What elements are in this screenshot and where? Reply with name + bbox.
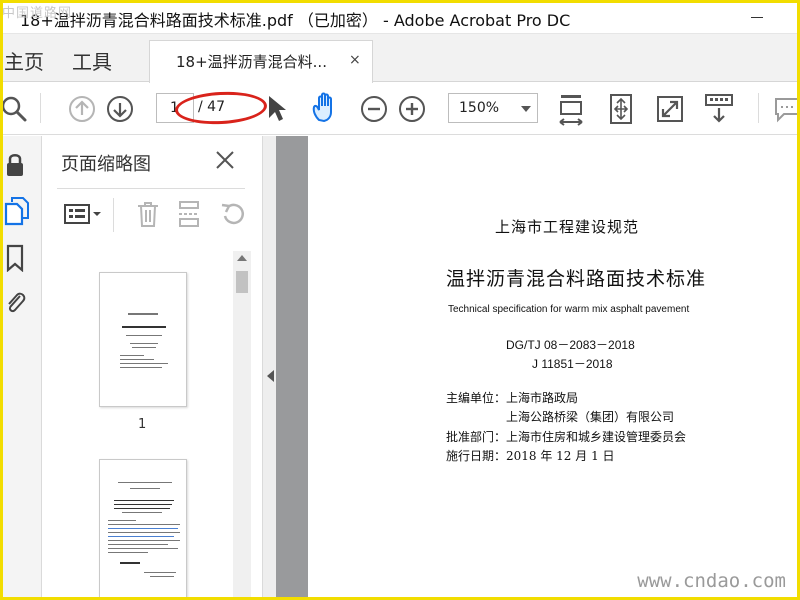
tab-document-label: 18+温拌沥青混合料... <box>176 53 327 71</box>
fit-page-icon[interactable] <box>606 92 636 126</box>
bookmark-icon[interactable] <box>5 244 25 272</box>
toolbar-separator <box>40 93 41 123</box>
thumbnail-page-number: 1 <box>138 417 147 432</box>
scroll-up-icon[interactable] <box>237 255 247 261</box>
rotate-page-icon[interactable] <box>219 200 247 228</box>
document-department: 上海市工程建设规范 <box>495 218 640 236</box>
thumbnail-text-line <box>108 536 174 537</box>
page-thumbnail-1[interactable] <box>99 272 187 407</box>
thumbnail-text-line <box>108 524 180 525</box>
search-icon[interactable] <box>2 95 28 123</box>
thumbnail-text-line <box>108 540 180 541</box>
thumbnails-panel: 页面缩略图 1 <box>43 136 262 600</box>
lock-icon[interactable] <box>4 152 26 178</box>
title-bar: 18+温拌沥青混合料路面技术标准.pdf （已加密） - Adobe Acrob… <box>0 0 800 34</box>
thumbnail-text-line <box>128 313 158 315</box>
collapse-arrow-icon[interactable] <box>267 370 274 382</box>
previous-page-icon[interactable] <box>68 95 96 123</box>
thumbnail-text-line <box>130 343 158 344</box>
thumbnail-text-line <box>120 562 140 564</box>
chevron-down-icon <box>521 106 531 112</box>
thumbnail-text-line <box>120 367 162 368</box>
thumbnail-text-line <box>108 552 148 553</box>
thumbnail-text-line <box>114 504 172 505</box>
zoom-value: 150% <box>459 100 500 116</box>
attachment-icon[interactable] <box>4 286 26 316</box>
fit-width-icon[interactable] <box>556 91 586 127</box>
keyboard-scroll-icon[interactable] <box>704 93 734 125</box>
effective-date: 施行日期：2018 年 12 月 1 日 <box>446 449 615 463</box>
editor-unit: 主编单位：上海市路政局 <box>446 391 579 405</box>
thumbnail-text-line <box>108 520 136 521</box>
standard-code: DG/TJ 08－2083－2018 <box>506 338 635 352</box>
tab-bar: 主页 工具 18+温拌沥青混合料... × <box>0 34 800 83</box>
thumbnail-text-line <box>118 482 172 483</box>
thumbnail-text-line <box>130 488 160 489</box>
tab-home[interactable]: 主页 <box>4 46 44 75</box>
thumbnail-text-line <box>108 548 178 549</box>
next-page-icon[interactable] <box>106 95 134 123</box>
window-title: 18+温拌沥青混合料路面技术标准.pdf （已加密） - Adobe Acrob… <box>20 11 571 30</box>
approving-department: 批准部门：上海市住房和城乡建设管理委员会 <box>446 430 687 444</box>
thumbnail-text-line <box>114 508 170 509</box>
delete-page-icon[interactable] <box>136 200 160 228</box>
thumbnail-text-line <box>120 359 154 360</box>
thumbnail-text-line <box>122 326 166 328</box>
hand-tool-icon[interactable] <box>310 92 342 124</box>
thumbnail-text-line <box>120 363 168 364</box>
close-icon[interactable] <box>215 150 235 170</box>
zoom-select[interactable]: 150% <box>448 93 538 123</box>
document-page: 上海市工程建设规范 温拌沥青混合料路面技术标准 Technical specif… <box>308 136 800 600</box>
insert-page-icon[interactable] <box>177 200 201 228</box>
zoom-out-icon[interactable] <box>360 95 388 123</box>
panel-collapse-handle[interactable] <box>262 136 276 600</box>
scrollbar-thumb[interactable] <box>236 271 248 293</box>
thumbnail-text-line <box>108 544 168 545</box>
document-title-english: Technical specification for warm mix asp… <box>448 304 690 315</box>
thumbnail-text-line <box>126 335 162 336</box>
thumbnail-text-line <box>114 500 174 501</box>
tab-document[interactable]: 18+温拌沥青混合料... × <box>149 40 373 83</box>
full-screen-icon[interactable] <box>656 95 684 123</box>
thumbnail-text-line <box>120 355 144 356</box>
panel-toolbar-separator <box>113 198 114 232</box>
close-tab-icon[interactable]: × <box>349 52 361 68</box>
document-title: 温拌沥青混合料路面技术标准 <box>446 268 707 290</box>
thumbnail-text-line <box>132 347 156 348</box>
thumbnail-text-line <box>150 576 174 577</box>
minimize-button[interactable] <box>748 8 766 26</box>
toolbar: 1 / 47 150% <box>0 83 800 135</box>
panel-title: 页面缩略图 <box>61 154 151 175</box>
thumbnail-text-line <box>122 512 162 513</box>
toolbar-separator <box>758 93 759 123</box>
comment-icon[interactable] <box>772 95 800 123</box>
zoom-in-icon[interactable] <box>398 95 426 123</box>
document-gutter <box>276 136 308 600</box>
page-thumbnail-2[interactable] <box>99 459 187 599</box>
co-editor-unit: 上海公路桥梁（集团）有限公司 <box>506 410 675 424</box>
thumbnail-text-line <box>144 572 176 573</box>
thumbnail-text-line <box>108 532 180 533</box>
watermark-top: 中国道路网 <box>2 6 73 21</box>
left-rail <box>0 136 42 600</box>
thumbnail-text-line <box>108 528 178 529</box>
record-code: J 11851－2018 <box>532 357 613 371</box>
watermark-bottom: www.cndao.com <box>637 570 786 592</box>
thumbnail-options-icon[interactable] <box>63 202 103 226</box>
select-cursor-icon[interactable] <box>266 94 288 124</box>
tab-tools[interactable]: 工具 <box>72 46 112 75</box>
panel-divider <box>57 188 245 189</box>
page-thumbnails-icon[interactable] <box>3 196 31 226</box>
thumbnail-scrollbar[interactable] <box>233 251 251 600</box>
